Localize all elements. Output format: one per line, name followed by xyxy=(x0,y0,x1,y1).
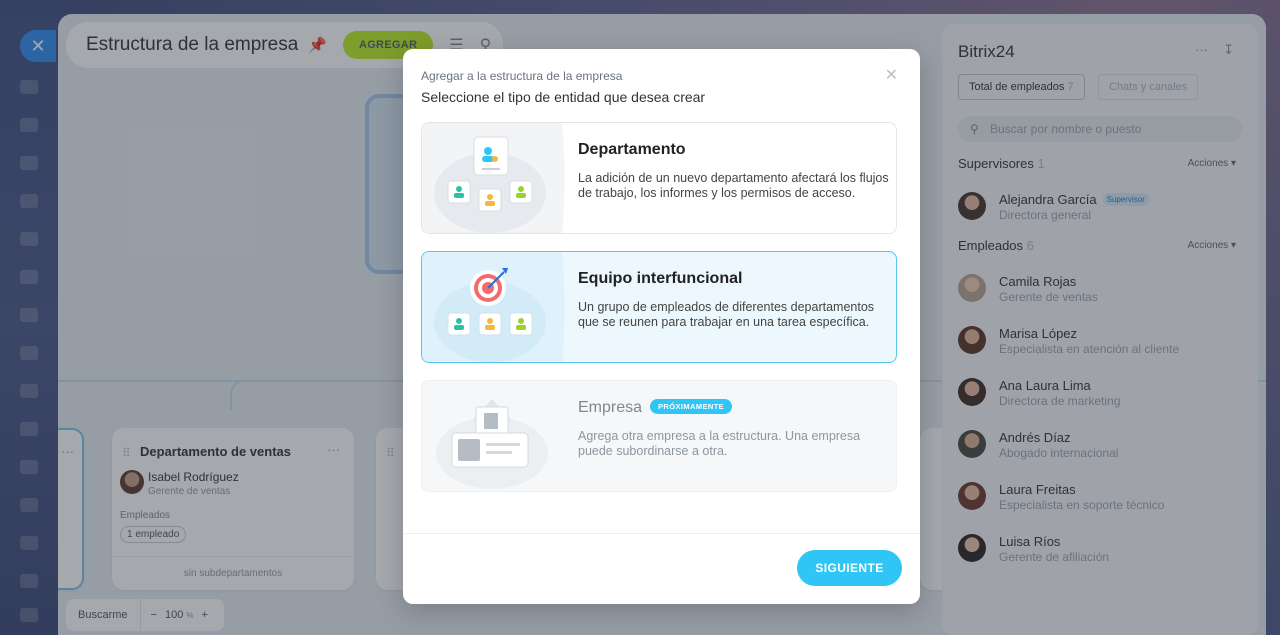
close-icon[interactable]: ✕ xyxy=(885,65,898,85)
option-cross-functional-team[interactable]: Equipo interfuncional Un grupo de emplea… xyxy=(421,251,897,363)
option-title: Empresa PRÓXIMAMENTE xyxy=(578,399,733,417)
entity-type-dialog: Agregar a la estructura de la empresa Se… xyxy=(403,49,920,604)
option-description: Un grupo de empleados de diferentes depa… xyxy=(578,300,875,329)
dialog-subtitle: Agregar a la estructura de la empresa xyxy=(421,69,623,83)
option-company: Empresa PRÓXIMAMENTE Agrega otra empresa … xyxy=(421,380,897,492)
dialog-heading: Seleccione el tipo de entidad que desea … xyxy=(421,89,706,105)
option-department[interactable]: Departamento La adición de un nuevo depa… xyxy=(421,122,897,234)
dialog-divider xyxy=(403,533,920,534)
company-building-illustration-icon xyxy=(436,399,548,489)
option-title: Departamento xyxy=(578,141,686,158)
coming-soon-badge: PRÓXIMAMENTE xyxy=(650,399,733,414)
target-team-illustration-icon xyxy=(422,252,565,362)
option-description: Agrega otra empresa a la estructura. Una… xyxy=(578,429,861,458)
department-illustration-icon xyxy=(422,123,565,233)
option-title: Equipo interfuncional xyxy=(578,270,743,287)
option-description: La adición de un nuevo departamento afec… xyxy=(578,171,889,200)
next-button[interactable]: SIGUIENTE xyxy=(797,550,902,586)
